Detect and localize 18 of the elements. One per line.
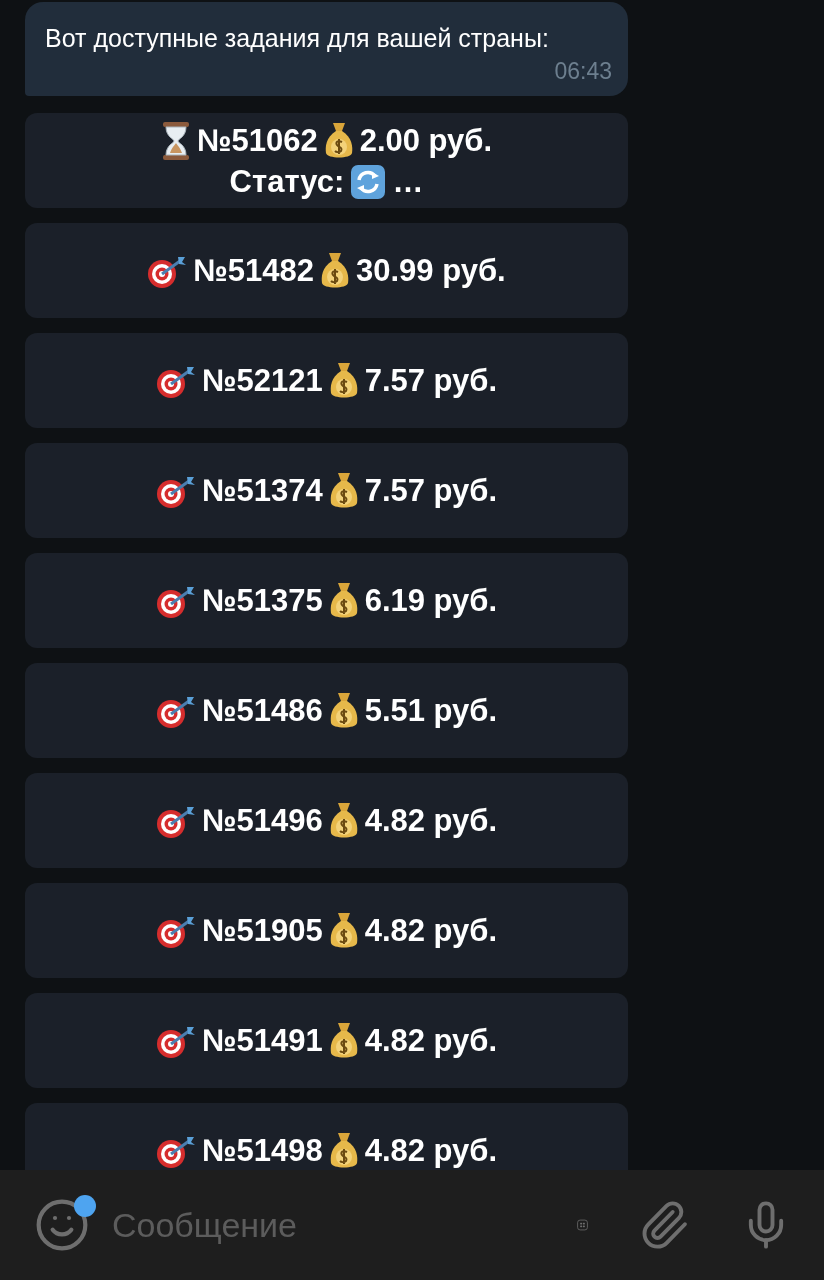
task-button[interactable]: №51905 4.82 руб. (25, 883, 628, 978)
task-button[interactable]: №52121 7.57 руб. (25, 333, 628, 428)
task-button[interactable]: №51062 2.00 руб. Статус: … (25, 113, 628, 208)
task-button[interactable]: №51374 7.57 руб. (25, 443, 628, 538)
task-button[interactable]: №51491 4.82 руб. (25, 993, 628, 1088)
money-bag-icon (328, 1130, 359, 1170)
emoji-icon[interactable] (34, 1197, 90, 1253)
task-button[interactable]: №51486 5.51 руб. (25, 663, 628, 758)
notification-dot (74, 1195, 96, 1217)
task-button[interactable]: №51496 4.82 руб. (25, 773, 628, 868)
message-text: Вот доступные задания для вашей страны: (45, 23, 550, 54)
refresh-icon (350, 163, 387, 200)
message-time: 06:43 (554, 57, 612, 86)
hourglass-icon (160, 120, 191, 161)
task-button[interactable]: №51482 30.99 руб. (25, 223, 628, 318)
task-button[interactable]: №51498 4.82 руб. (25, 1103, 628, 1170)
task-button[interactable]: №51375 6.19 руб. (25, 553, 628, 648)
message-input[interactable]: Сообщение (110, 1204, 557, 1246)
